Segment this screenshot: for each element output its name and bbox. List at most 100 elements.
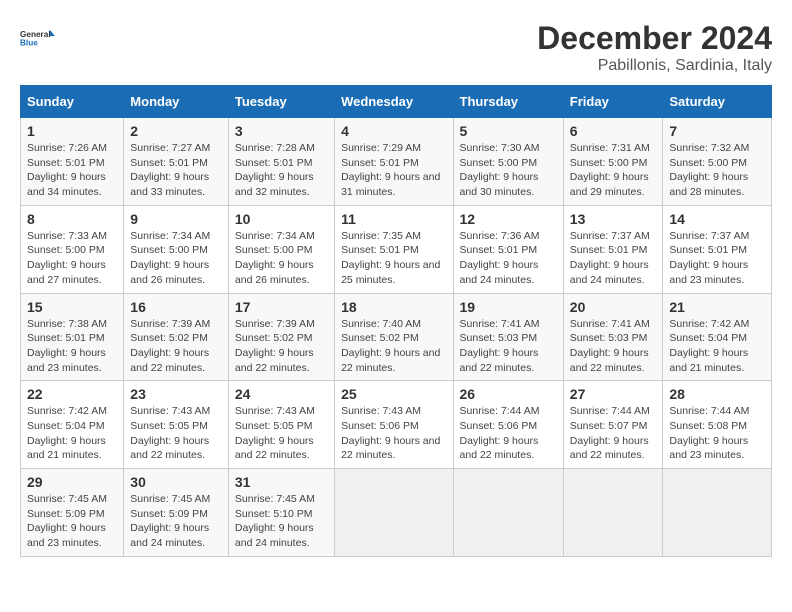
day-info: Sunrise: 7:43 AMSunset: 5:06 PMDaylight:… — [341, 404, 446, 463]
day-info: Sunrise: 7:45 AMSunset: 5:09 PMDaylight:… — [27, 492, 117, 551]
day-number: 25 — [341, 386, 446, 402]
day-number: 27 — [570, 386, 657, 402]
day-info: Sunrise: 7:40 AMSunset: 5:02 PMDaylight:… — [341, 317, 446, 376]
calendar-day-cell: 19 Sunrise: 7:41 AMSunset: 5:03 PMDaylig… — [453, 293, 563, 381]
calendar-day-cell: 5 Sunrise: 7:30 AMSunset: 5:00 PMDayligh… — [453, 118, 563, 206]
day-number: 26 — [460, 386, 557, 402]
logo-svg: General Blue — [20, 20, 56, 56]
calendar-week-row: 15 Sunrise: 7:38 AMSunset: 5:01 PMDaylig… — [21, 293, 772, 381]
calendar-day-cell — [453, 469, 563, 557]
day-number: 6 — [570, 123, 657, 139]
calendar-day-cell: 26 Sunrise: 7:44 AMSunset: 5:06 PMDaylig… — [453, 381, 563, 469]
day-info: Sunrise: 7:41 AMSunset: 5:03 PMDaylight:… — [460, 317, 557, 376]
day-info: Sunrise: 7:29 AMSunset: 5:01 PMDaylight:… — [341, 141, 446, 200]
day-number: 15 — [27, 299, 117, 315]
calendar-week-row: 22 Sunrise: 7:42 AMSunset: 5:04 PMDaylig… — [21, 381, 772, 469]
day-number: 4 — [341, 123, 446, 139]
day-header: Tuesday — [228, 86, 334, 118]
calendar-day-cell — [663, 469, 772, 557]
location-subtitle: Pabillonis, Sardinia, Italy — [537, 57, 772, 75]
calendar-day-cell: 14 Sunrise: 7:37 AMSunset: 5:01 PMDaylig… — [663, 205, 772, 293]
day-number: 18 — [341, 299, 446, 315]
day-info: Sunrise: 7:44 AMSunset: 5:08 PMDaylight:… — [669, 404, 765, 463]
day-number: 11 — [341, 211, 446, 227]
day-info: Sunrise: 7:35 AMSunset: 5:01 PMDaylight:… — [341, 229, 446, 288]
calendar-day-cell: 6 Sunrise: 7:31 AMSunset: 5:00 PMDayligh… — [563, 118, 663, 206]
calendar-day-cell: 11 Sunrise: 7:35 AMSunset: 5:01 PMDaylig… — [335, 205, 453, 293]
day-info: Sunrise: 7:36 AMSunset: 5:01 PMDaylight:… — [460, 229, 557, 288]
calendar-day-cell: 2 Sunrise: 7:27 AMSunset: 5:01 PMDayligh… — [124, 118, 229, 206]
day-header: Saturday — [663, 86, 772, 118]
day-number: 9 — [130, 211, 222, 227]
calendar-day-cell: 24 Sunrise: 7:43 AMSunset: 5:05 PMDaylig… — [228, 381, 334, 469]
day-info: Sunrise: 7:42 AMSunset: 5:04 PMDaylight:… — [669, 317, 765, 376]
calendar-day-cell: 17 Sunrise: 7:39 AMSunset: 5:02 PMDaylig… — [228, 293, 334, 381]
day-info: Sunrise: 7:26 AMSunset: 5:01 PMDaylight:… — [27, 141, 117, 200]
calendar-day-cell: 9 Sunrise: 7:34 AMSunset: 5:00 PMDayligh… — [124, 205, 229, 293]
day-number: 5 — [460, 123, 557, 139]
day-number: 19 — [460, 299, 557, 315]
day-info: Sunrise: 7:34 AMSunset: 5:00 PMDaylight:… — [130, 229, 222, 288]
svg-text:Blue: Blue — [20, 39, 38, 48]
calendar-day-cell: 7 Sunrise: 7:32 AMSunset: 5:00 PMDayligh… — [663, 118, 772, 206]
day-number: 2 — [130, 123, 222, 139]
calendar-day-cell: 23 Sunrise: 7:43 AMSunset: 5:05 PMDaylig… — [124, 381, 229, 469]
calendar-day-cell: 27 Sunrise: 7:44 AMSunset: 5:07 PMDaylig… — [563, 381, 663, 469]
svg-text:General: General — [20, 30, 51, 39]
day-info: Sunrise: 7:37 AMSunset: 5:01 PMDaylight:… — [669, 229, 765, 288]
day-info: Sunrise: 7:43 AMSunset: 5:05 PMDaylight:… — [235, 404, 328, 463]
calendar-day-cell — [563, 469, 663, 557]
day-header: Wednesday — [335, 86, 453, 118]
day-number: 24 — [235, 386, 328, 402]
day-number: 16 — [130, 299, 222, 315]
day-info: Sunrise: 7:33 AMSunset: 5:00 PMDaylight:… — [27, 229, 117, 288]
day-info: Sunrise: 7:27 AMSunset: 5:01 PMDaylight:… — [130, 141, 222, 200]
day-info: Sunrise: 7:44 AMSunset: 5:07 PMDaylight:… — [570, 404, 657, 463]
calendar-day-cell: 29 Sunrise: 7:45 AMSunset: 5:09 PMDaylig… — [21, 469, 124, 557]
day-info: Sunrise: 7:45 AMSunset: 5:09 PMDaylight:… — [130, 492, 222, 551]
day-info: Sunrise: 7:37 AMSunset: 5:01 PMDaylight:… — [570, 229, 657, 288]
calendar-day-cell: 22 Sunrise: 7:42 AMSunset: 5:04 PMDaylig… — [21, 381, 124, 469]
day-number: 14 — [669, 211, 765, 227]
day-info: Sunrise: 7:38 AMSunset: 5:01 PMDaylight:… — [27, 317, 117, 376]
day-info: Sunrise: 7:34 AMSunset: 5:00 PMDaylight:… — [235, 229, 328, 288]
day-number: 13 — [570, 211, 657, 227]
day-info: Sunrise: 7:28 AMSunset: 5:01 PMDaylight:… — [235, 141, 328, 200]
day-number: 12 — [460, 211, 557, 227]
day-number: 1 — [27, 123, 117, 139]
day-header: Monday — [124, 86, 229, 118]
calendar-table: SundayMondayTuesdayWednesdayThursdayFrid… — [20, 85, 772, 557]
calendar-day-cell: 18 Sunrise: 7:40 AMSunset: 5:02 PMDaylig… — [335, 293, 453, 381]
day-info: Sunrise: 7:39 AMSunset: 5:02 PMDaylight:… — [235, 317, 328, 376]
day-number: 3 — [235, 123, 328, 139]
day-info: Sunrise: 7:44 AMSunset: 5:06 PMDaylight:… — [460, 404, 557, 463]
day-header: Thursday — [453, 86, 563, 118]
header: General Blue December 2024 Pabillonis, S… — [20, 20, 772, 75]
day-number: 22 — [27, 386, 117, 402]
calendar-week-row: 1 Sunrise: 7:26 AMSunset: 5:01 PMDayligh… — [21, 118, 772, 206]
calendar-day-cell: 1 Sunrise: 7:26 AMSunset: 5:01 PMDayligh… — [21, 118, 124, 206]
title-area: December 2024 Pabillonis, Sardinia, Ital… — [537, 20, 772, 75]
day-number: 23 — [130, 386, 222, 402]
calendar-day-cell: 30 Sunrise: 7:45 AMSunset: 5:09 PMDaylig… — [124, 469, 229, 557]
calendar-day-cell — [335, 469, 453, 557]
day-number: 30 — [130, 474, 222, 490]
day-info: Sunrise: 7:30 AMSunset: 5:00 PMDaylight:… — [460, 141, 557, 200]
day-number: 28 — [669, 386, 765, 402]
calendar-week-row: 29 Sunrise: 7:45 AMSunset: 5:09 PMDaylig… — [21, 469, 772, 557]
day-info: Sunrise: 7:39 AMSunset: 5:02 PMDaylight:… — [130, 317, 222, 376]
day-info: Sunrise: 7:41 AMSunset: 5:03 PMDaylight:… — [570, 317, 657, 376]
day-number: 20 — [570, 299, 657, 315]
calendar-week-row: 8 Sunrise: 7:33 AMSunset: 5:00 PMDayligh… — [21, 205, 772, 293]
day-info: Sunrise: 7:43 AMSunset: 5:05 PMDaylight:… — [130, 404, 222, 463]
calendar-day-cell: 15 Sunrise: 7:38 AMSunset: 5:01 PMDaylig… — [21, 293, 124, 381]
calendar-day-cell: 28 Sunrise: 7:44 AMSunset: 5:08 PMDaylig… — [663, 381, 772, 469]
calendar-day-cell: 20 Sunrise: 7:41 AMSunset: 5:03 PMDaylig… — [563, 293, 663, 381]
calendar-day-cell: 25 Sunrise: 7:43 AMSunset: 5:06 PMDaylig… — [335, 381, 453, 469]
day-number: 29 — [27, 474, 117, 490]
logo: General Blue — [20, 20, 56, 56]
month-title: December 2024 — [537, 20, 772, 57]
calendar-day-cell: 3 Sunrise: 7:28 AMSunset: 5:01 PMDayligh… — [228, 118, 334, 206]
day-number: 21 — [669, 299, 765, 315]
day-header: Friday — [563, 86, 663, 118]
